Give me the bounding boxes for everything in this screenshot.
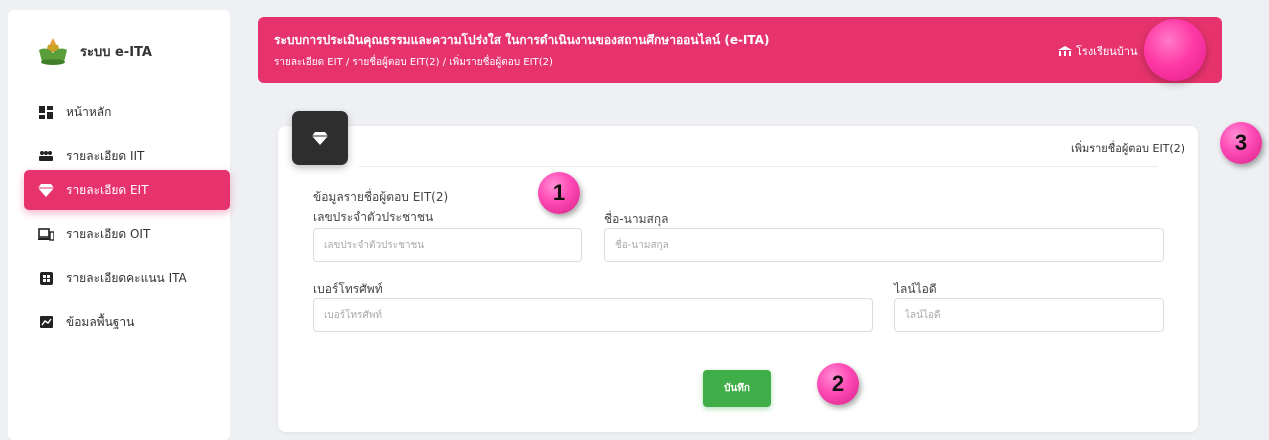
school-icon: [1058, 45, 1072, 56]
avatar[interactable]: [1144, 19, 1206, 81]
sidebar: ระบบ e-ITA หน้าหลัก รายละเอียด IIT รายละ…: [8, 10, 230, 440]
grid-icon: [38, 271, 54, 285]
dashboard-icon: [38, 105, 54, 119]
citizen-id-input[interactable]: [313, 228, 582, 262]
brand[interactable]: ระบบ e-ITA: [36, 36, 152, 66]
gem-icon: [38, 183, 54, 197]
card-header-icon: [292, 111, 348, 165]
sidebar-item-label: รายละเอียดคะแนน ITA: [66, 270, 187, 285]
sidebar-item-ita-score[interactable]: รายละเอียดคะแนน ITA: [24, 258, 230, 298]
sidebar-item-label: รายละเอียด EIT: [66, 182, 149, 197]
card-divider: [358, 166, 1158, 167]
school-name: โรงเรียนบ้าน: [1076, 45, 1138, 58]
sidebar-item-oit[interactable]: รายละเอียด OIT: [24, 214, 230, 254]
card-title: เพิ่มรายชื่อผู้ตอบ EIT(2): [1070, 142, 1185, 155]
line-id-input[interactable]: [894, 298, 1164, 332]
sidebar-item-label: ข้อมลพื้นฐาน: [66, 314, 135, 329]
header-banner: ระบบการประเมินคุณธรรมและความโปร่งใส ในกา…: [258, 17, 1222, 83]
full-name-label: ชื่อ-นามสกุล: [604, 212, 669, 226]
sidebar-item-basic-info[interactable]: ข้อมลพื้นฐาน: [24, 302, 230, 342]
sidebar-item-label: รายละเอียด OIT: [66, 226, 151, 241]
logo-icon: [39, 38, 67, 65]
school-menu[interactable]: โรงเรียนบ้าน: [1058, 42, 1138, 60]
annotation-badge-3: 3: [1220, 122, 1262, 164]
sidebar-item-label: หน้าหลัก: [66, 104, 112, 119]
sidebar-item-home[interactable]: หน้าหลัก: [24, 92, 230, 132]
users-icon: [38, 149, 54, 163]
phone-input[interactable]: [313, 298, 873, 332]
citizen-id-label: เลขประจำตัวประชาชน: [313, 210, 434, 224]
save-button[interactable]: บันทึก: [703, 370, 771, 407]
full-name-input[interactable]: [604, 228, 1164, 262]
sidebar-item-label: รายละเอียด IIT: [66, 148, 145, 163]
brand-name: ระบบ e-ITA: [80, 44, 152, 60]
breadcrumb[interactable]: รายละเอียด EIT / รายชื่อผู้ตอบ EIT(2) / …: [274, 55, 553, 70]
devices-icon: [38, 227, 54, 241]
gem-icon: [312, 131, 328, 145]
annotation-badge-1: 1: [538, 172, 580, 214]
sidebar-item-eit[interactable]: รายละเอียด EIT: [24, 170, 230, 210]
section-title: ข้อมูลรายชื่อผู้ตอบ EIT(2): [313, 190, 449, 204]
chart-icon: [38, 315, 54, 329]
annotation-badge-2: 2: [817, 363, 859, 405]
line-id-label: ไลน์ไอดี: [894, 282, 937, 296]
phone-label: เบอร์โทรศัพท์: [313, 282, 383, 296]
page-title: ระบบการประเมินคุณธรรมและความโปร่งใส ในกา…: [274, 33, 770, 47]
